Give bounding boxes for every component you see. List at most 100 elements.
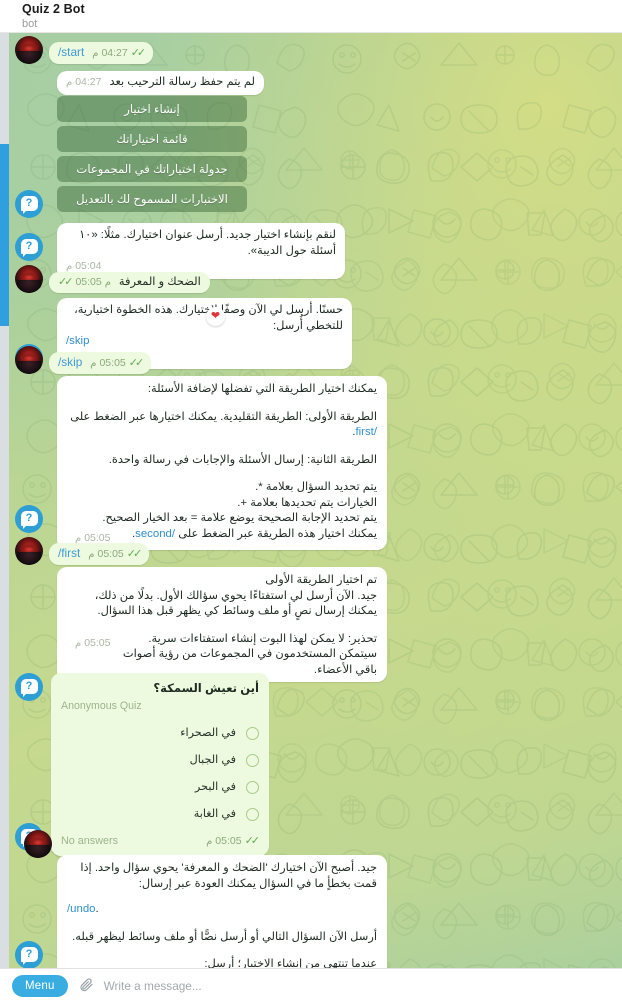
message-meta: م 05:05 ✓✓: [58, 275, 111, 291]
keyboard-button-create-quiz[interactable]: إنشاء اختيار: [57, 96, 247, 122]
poll-option-label: في الجبال: [189, 753, 236, 766]
message-row: الضحك و المعرفة م 05:05 ✓✓: [15, 265, 210, 293]
poll-option[interactable]: في الصحراء: [61, 720, 259, 747]
message-meta: 05:05 م: [75, 636, 110, 652]
message-time: 05:05: [84, 636, 111, 649]
bot-question-avatar[interactable]: ?: [15, 673, 43, 701]
radio-icon[interactable]: [246, 754, 259, 767]
poll-option[interactable]: في الجبال: [61, 747, 259, 774]
reaction-heart-badge[interactable]: ❤: [206, 307, 225, 326]
message-bubble-methods[interactable]: يمكنك اختيار الطريقة التي تفضلها لإضافة …: [57, 376, 387, 550]
finish-hint: عندما تنتهي من إنشاء الاختيار؛ أرسل:: [204, 958, 377, 968]
next-question-hint: أرسل الآن السؤال التالي أو أرسل نصًّا أو…: [72, 930, 377, 943]
radio-icon[interactable]: [246, 781, 259, 794]
methods-second: الطريقة الثانية: إرسال الأسئلة والإجابات…: [108, 453, 377, 466]
message-bubble-start[interactable]: /start م 04:27 ✓✓: [49, 41, 154, 64]
question-added-text: جيد. أصبح الآن اختيارك 'الضحك و المعرفة'…: [80, 862, 377, 890]
message-ampm: م: [88, 548, 95, 560]
bot-question-avatar[interactable]: ?: [15, 941, 43, 968]
user-photo-avatar[interactable]: [15, 537, 43, 565]
bot-question-avatar[interactable]: ?: [15, 505, 43, 533]
chat-subtitle: bot: [22, 18, 38, 30]
message-ampm: م: [66, 77, 73, 88]
command-link-first[interactable]: /first: [355, 426, 377, 438]
message-time: 05:05: [75, 275, 102, 288]
poll-type-label: Anonymous Quiz: [61, 699, 142, 712]
methods-intro: يمكنك اختيار الطريقة التي تفضلها لإضافة …: [147, 383, 377, 395]
keyboard-button-label: إنشاء اختيار: [124, 103, 180, 116]
message-meta: م 05:05 ✓✓: [206, 834, 261, 850]
left-rail-active-indicator[interactable]: [0, 144, 9, 326]
message-text[interactable]: /skip: [58, 355, 82, 371]
message-composer[interactable]: Menu Write a message...: [0, 968, 622, 1002]
message-bubble-welcome-notice[interactable]: لم يتم حفظ رسالة الترحيب بعد 04:27 م: [57, 71, 264, 95]
keyboard-button-schedule-quizzes[interactable]: جدولة اختياراتك في المجموعات: [57, 156, 247, 182]
message-bubble-quiz-title[interactable]: الضحك و المعرفة م 05:05 ✓✓: [49, 271, 210, 293]
methods-rule-3: يتم تحديد الإجابة الصحيحة يوضع علامة = ب…: [102, 512, 377, 524]
poll-option[interactable]: في البحر: [61, 774, 259, 801]
message-meta: م 05:05 ✓✓: [90, 356, 145, 372]
message-row: يمكنك اختيار الطريقة التي تفضلها لإضافة …: [57, 376, 387, 550]
message-time: 05:05: [215, 835, 242, 847]
menu-button-label: Menu: [25, 979, 55, 992]
paperclip-icon[interactable]: [78, 977, 94, 994]
poll-card[interactable]: أين تعيش السمكة؟ Anonymous Quiz في الصحر…: [51, 673, 269, 856]
method-chosen-title: تم اختيار الطريقة الأولى: [265, 574, 377, 586]
message-ampm: م: [75, 637, 82, 649]
poll-vote-count: No answers: [61, 835, 119, 847]
message-text[interactable]: /first: [58, 546, 80, 562]
message-ampm: م: [90, 357, 97, 369]
radio-icon[interactable]: [246, 727, 259, 740]
reply-keyboard[interactable]: إنشاء اختيار قائمة اختياراتك جدولة اختيا…: [57, 96, 247, 212]
message-text: لم يتم حفظ رسالة الترحيب بعد: [109, 76, 255, 88]
message-ampm: م: [92, 47, 99, 59]
message-time: 04:27: [75, 76, 102, 88]
heart-icon: ❤: [210, 310, 221, 322]
user-photo-avatar[interactable]: [15, 36, 43, 64]
message-ampm: م: [104, 276, 111, 288]
message-time: 04:27: [101, 46, 128, 59]
message-bubble-method-chosen[interactable]: تم اختيار الطريقة الأولى جيد. الآن أرسل …: [57, 567, 387, 682]
poll-question: أين تعيش السمكة؟: [153, 682, 259, 695]
radio-icon[interactable]: [246, 808, 259, 821]
message-list[interactable]: /start م 04:27 ✓✓ لم يتم حفظ رسالة الترح…: [9, 33, 622, 968]
message-row: جيد. أصبح الآن اختيارك 'الضحك و المعرفة'…: [57, 855, 387, 968]
double-check-icon: ✓✓: [128, 356, 145, 369]
user-photo-avatar[interactable]: [15, 346, 43, 374]
user-photo-avatar[interactable]: [24, 830, 52, 858]
message-bubble-first[interactable]: /first م 05:05 ✓✓: [49, 542, 150, 565]
message-row: /first م 05:05 ✓✓: [15, 537, 150, 565]
message-text: حسنًا. أرسل لي الآن وصفًا لاختيارك. هذه …: [74, 304, 343, 332]
menu-button[interactable]: Menu: [12, 974, 68, 997]
message-row: /skip م 05:05 ✓✓: [15, 346, 152, 374]
chat-header[interactable]: Quiz 2 Bot bot: [0, 0, 622, 33]
message-meta: م 05:05 ✓✓: [88, 547, 142, 563]
method-chosen-body: جيد. الآن أرسل لي استفتاءًا يحوي سؤالك ا…: [94, 589, 377, 618]
message-input[interactable]: Write a message...: [104, 979, 202, 993]
poll-option-label: في الغابة: [193, 807, 236, 820]
message-meta: 04:27 م: [66, 75, 101, 91]
double-check-icon: ✓✓: [244, 835, 261, 847]
message-row: أين تعيش السمكة؟ Anonymous Quiz في الصحر…: [51, 673, 269, 856]
double-check-icon: ✓✓: [58, 275, 74, 288]
message-row: تم اختيار الطريقة الأولى جيد. الآن أرسل …: [57, 567, 387, 682]
keyboard-button-label: جدولة اختياراتك في المجموعات: [76, 163, 228, 176]
message-text: لنقم بإنشاء اختيار جديد. أرسل عنوان اختي…: [79, 229, 336, 257]
methods-second-text: يمكنك اختيار هذه الطريقة عبر الضغط على: [175, 527, 377, 540]
message-text[interactable]: /start: [58, 45, 84, 61]
poll-option-label: في البحر: [194, 780, 236, 793]
message-bubble-question-added[interactable]: جيد. أصبح الآن اختيارك 'الضحك و المعرفة'…: [57, 855, 387, 968]
keyboard-button-editable-quizzes[interactable]: الاختبارات المسموح لك بالتعديل: [57, 186, 247, 212]
poll-option[interactable]: في الغابة: [61, 801, 259, 828]
command-link-undo[interactable]: /undo: [67, 903, 96, 915]
message-time: 05:05: [99, 356, 126, 369]
message-ampm: م: [206, 836, 213, 847]
bot-question-avatar[interactable]: ?: [15, 233, 43, 261]
user-photo-avatar[interactable]: [15, 265, 43, 293]
bot-question-avatar[interactable]: ?: [15, 190, 43, 218]
keyboard-button-quiz-list[interactable]: قائمة اختياراتك: [57, 126, 247, 152]
double-check-icon: ✓✓: [130, 46, 147, 59]
message-bubble-skip[interactable]: /skip م 05:05 ✓✓: [49, 351, 152, 374]
methods-rule-2: الخيارات يتم تحديدها بعلامة +.: [237, 496, 377, 509]
page-title: Quiz 2 Bot: [22, 2, 85, 16]
